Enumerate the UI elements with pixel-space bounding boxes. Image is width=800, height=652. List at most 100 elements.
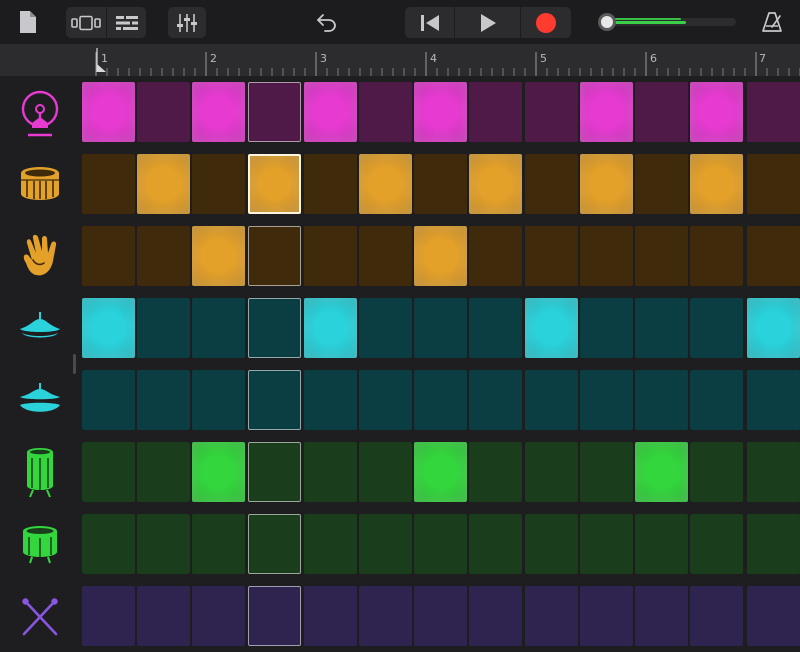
step-pad[interactable] xyxy=(192,514,245,574)
step-pad[interactable] xyxy=(525,442,578,502)
step-pad[interactable] xyxy=(192,370,245,430)
step-pad[interactable] xyxy=(690,514,743,574)
step-pad[interactable] xyxy=(580,586,633,646)
step-pad[interactable] xyxy=(137,514,190,574)
step-pad[interactable] xyxy=(580,370,633,430)
mixer-button[interactable] xyxy=(168,7,206,38)
step-pad[interactable] xyxy=(82,370,135,430)
step-pad[interactable] xyxy=(137,442,190,502)
step-pad[interactable] xyxy=(690,586,743,646)
row-closed-hi-hat[interactable] xyxy=(10,298,70,358)
step-pad[interactable] xyxy=(635,370,688,430)
step-pad[interactable] xyxy=(690,370,743,430)
step-pad[interactable] xyxy=(359,442,412,502)
step-pad[interactable] xyxy=(635,298,688,358)
step-pad[interactable] xyxy=(414,226,467,286)
step-pad[interactable] xyxy=(635,226,688,286)
row-clap[interactable] xyxy=(10,226,70,286)
step-pad[interactable] xyxy=(469,370,522,430)
step-pad[interactable] xyxy=(747,442,800,502)
row-tom-high[interactable] xyxy=(10,442,70,502)
step-pad[interactable] xyxy=(525,514,578,574)
step-pad[interactable] xyxy=(580,154,633,214)
go-to-beginning-button[interactable] xyxy=(405,7,454,38)
step-pad[interactable] xyxy=(414,82,467,142)
step-pad[interactable] xyxy=(747,298,800,358)
step-pad[interactable] xyxy=(469,82,522,142)
step-pad[interactable] xyxy=(690,298,743,358)
step-pad[interactable] xyxy=(82,442,135,502)
step-pad[interactable] xyxy=(635,442,688,502)
step-pad[interactable] xyxy=(414,298,467,358)
step-pad[interactable] xyxy=(580,514,633,574)
step-pad[interactable] xyxy=(137,370,190,430)
step-pad[interactable] xyxy=(137,226,190,286)
step-pad[interactable] xyxy=(414,154,467,214)
step-pad[interactable] xyxy=(248,82,301,142)
step-pad[interactable] xyxy=(635,586,688,646)
step-pad[interactable] xyxy=(82,226,135,286)
row-open-hi-hat[interactable] xyxy=(10,370,70,430)
row-snare[interactable] xyxy=(10,154,70,214)
step-pad[interactable] xyxy=(525,586,578,646)
tracks-view-button[interactable] xyxy=(107,7,146,38)
step-pad[interactable] xyxy=(690,154,743,214)
step-pad[interactable] xyxy=(747,586,800,646)
step-pad[interactable] xyxy=(82,82,135,142)
step-pad[interactable] xyxy=(469,298,522,358)
step-pad[interactable] xyxy=(304,586,357,646)
step-pad[interactable] xyxy=(747,82,800,142)
my-songs-button[interactable] xyxy=(14,8,42,36)
step-pad[interactable] xyxy=(635,514,688,574)
step-pad[interactable] xyxy=(192,442,245,502)
step-pad[interactable] xyxy=(248,586,301,646)
step-pad[interactable] xyxy=(248,226,301,286)
step-pad[interactable] xyxy=(525,154,578,214)
step-pad[interactable] xyxy=(359,226,412,286)
step-pad[interactable] xyxy=(304,154,357,214)
step-pad[interactable] xyxy=(414,586,467,646)
step-pad[interactable] xyxy=(469,154,522,214)
master-volume-slider[interactable] xyxy=(600,18,736,26)
play-button[interactable] xyxy=(455,7,520,38)
step-pad[interactable] xyxy=(635,82,688,142)
step-pad[interactable] xyxy=(192,298,245,358)
step-pad[interactable] xyxy=(414,442,467,502)
step-pad[interactable] xyxy=(690,226,743,286)
row-tom-low[interactable] xyxy=(10,514,70,574)
view-toggle-button[interactable] xyxy=(66,7,106,38)
step-pad[interactable] xyxy=(747,514,800,574)
step-pad[interactable] xyxy=(304,226,357,286)
step-pad[interactable] xyxy=(192,154,245,214)
step-pad[interactable] xyxy=(359,514,412,574)
row-kick-drum[interactable] xyxy=(10,82,70,142)
step-pad[interactable] xyxy=(525,370,578,430)
step-pad[interactable] xyxy=(248,514,301,574)
step-pad[interactable] xyxy=(359,82,412,142)
step-pad[interactable] xyxy=(359,370,412,430)
step-pad[interactable] xyxy=(82,586,135,646)
row-sticks[interactable] xyxy=(10,586,70,646)
volume-slider-thumb[interactable] xyxy=(598,13,616,31)
step-pad[interactable] xyxy=(580,442,633,502)
step-pad[interactable] xyxy=(192,82,245,142)
step-pad[interactable] xyxy=(469,442,522,502)
step-pad[interactable] xyxy=(304,514,357,574)
step-pad[interactable] xyxy=(248,442,301,502)
step-pad[interactable] xyxy=(82,298,135,358)
step-pad[interactable] xyxy=(747,370,800,430)
step-pad[interactable] xyxy=(469,514,522,574)
step-pad[interactable] xyxy=(82,514,135,574)
playhead-marker[interactable] xyxy=(94,48,108,76)
timeline-ruler[interactable]: 1 2 3 4 5 6 7 xyxy=(0,44,800,76)
step-pad[interactable] xyxy=(690,82,743,142)
step-pad[interactable] xyxy=(525,82,578,142)
step-pad[interactable] xyxy=(137,82,190,142)
step-pad[interactable] xyxy=(304,82,357,142)
undo-button[interactable] xyxy=(312,8,342,36)
step-pad[interactable] xyxy=(137,298,190,358)
step-pad[interactable] xyxy=(137,154,190,214)
step-pad[interactable] xyxy=(82,154,135,214)
step-pad[interactable] xyxy=(304,298,357,358)
step-pad[interactable] xyxy=(359,298,412,358)
